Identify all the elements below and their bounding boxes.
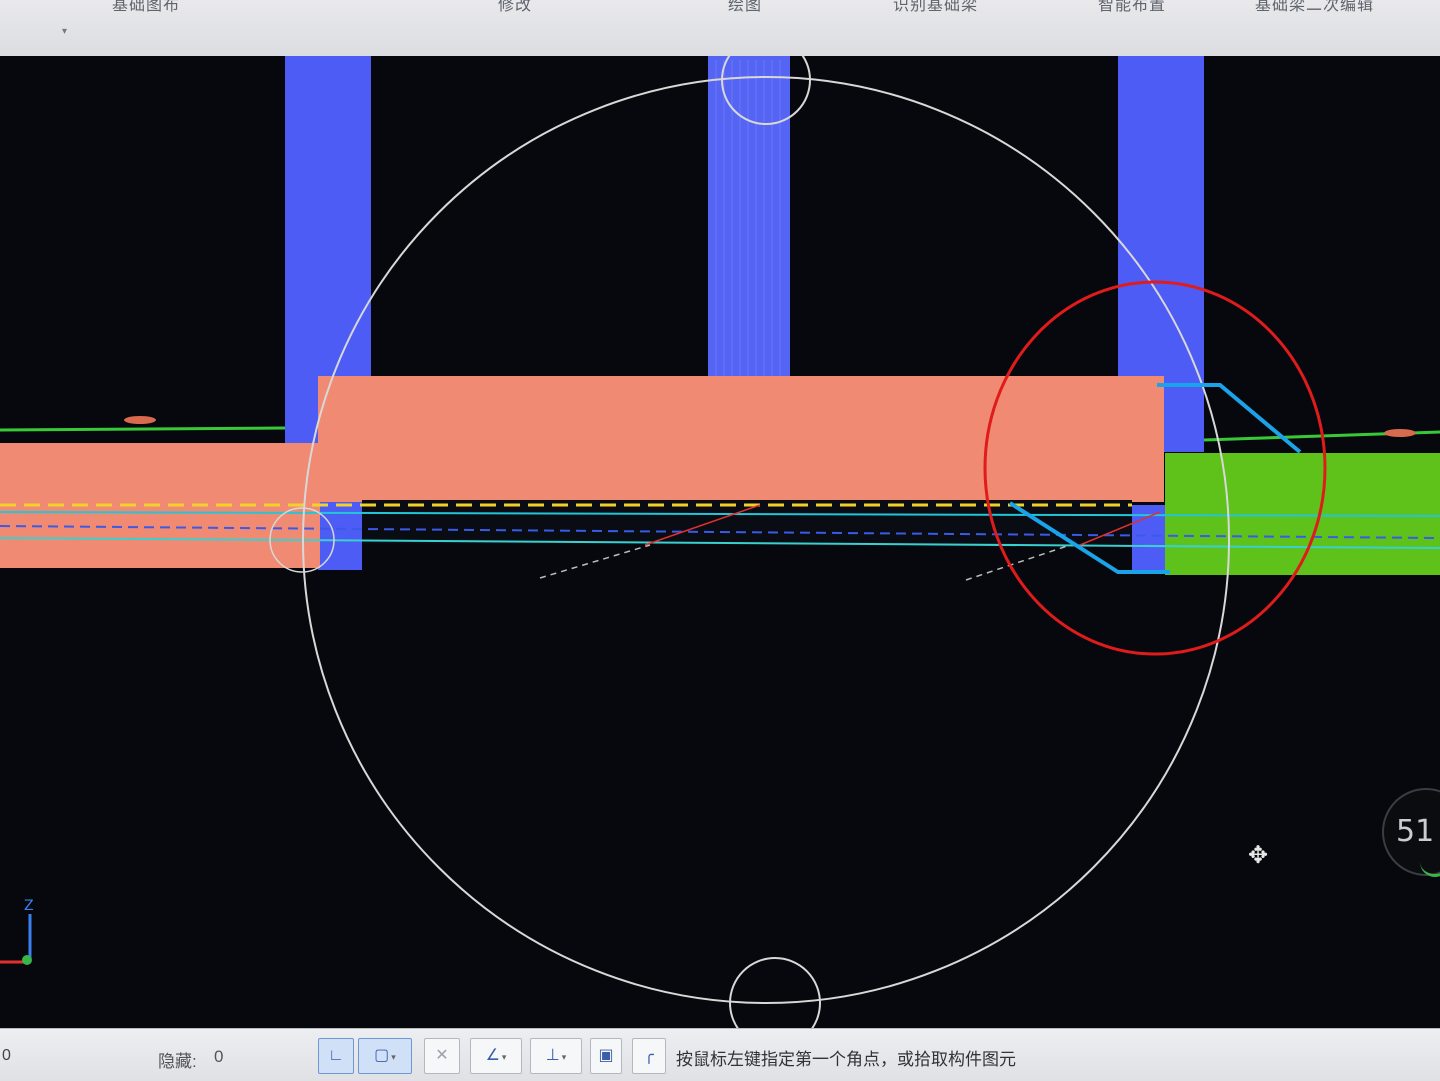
ortho-tool-button[interactable]: ∟ — [318, 1038, 354, 1074]
ribbon-item-modify[interactable]: 修改 — [498, 0, 532, 15]
cross-tool-button[interactable]: ✕ — [424, 1038, 460, 1074]
status-bar: 0 隐藏: 0 ∟ ▢ ▾ ✕ ∠ ▾ ⊥ ▾ ▣ ╭ 按鼠标左键指定第一个角点，或拾… — [0, 1028, 1440, 1081]
column-center — [708, 56, 790, 381]
chevron-down-icon[interactable]: ▾ — [562, 1052, 567, 1062]
ribbon-item-layout[interactable]: 基础图布 — [112, 0, 180, 15]
ortho-icon: ∟ — [328, 1047, 344, 1064]
angle-tool-button[interactable]: ∠ ▾ — [470, 1038, 522, 1074]
curve-tool-button[interactable]: ╭ — [632, 1038, 666, 1074]
axis-line-left — [0, 426, 286, 432]
drawing-viewport[interactable]: 51 ✥ Z — [0, 56, 1440, 1028]
ribbon-item-beam-edit[interactable]: 基础梁二次编辑 — [1255, 0, 1374, 15]
angle-icon: ∠ — [485, 1047, 500, 1064]
ribbon-caret-icon[interactable]: ▾ — [62, 26, 67, 37]
dimension-tool-button[interactable]: ⊥ ▾ — [530, 1038, 582, 1074]
axis-widget: Z — [0, 898, 34, 965]
axis-marker-right — [1384, 429, 1416, 437]
column-left-lower — [318, 500, 362, 570]
axis-label-z: Z — [24, 898, 34, 914]
curve-icon: ╭ — [644, 1047, 654, 1064]
axis-marker-left — [124, 416, 156, 424]
hidden-count-value: 0 — [214, 1047, 224, 1066]
green-beam — [1165, 453, 1440, 575]
chevron-down-icon[interactable]: ▾ — [391, 1052, 396, 1062]
status-coordinate: 0 — [2, 1047, 11, 1064]
ribbon-toolbar: 基础图布 修改 绘图 识别基础梁 智能布置 基础梁二次编辑 ▾ — [0, 0, 1440, 57]
cross-icon: ✕ — [435, 1047, 449, 1064]
ribbon-item-identify-beam[interactable]: 识别基础梁 — [893, 0, 978, 15]
rect-select-icon: ▢ — [374, 1047, 390, 1064]
dimension-icon: ⊥ — [545, 1047, 560, 1064]
ribbon-item-smart-place[interactable]: 智能布置 — [1098, 0, 1166, 15]
rect-select-tool-button[interactable]: ▢ ▾ — [358, 1038, 412, 1074]
layer-tool-button[interactable]: ▣ — [590, 1038, 622, 1074]
layer-icon: ▣ — [598, 1047, 614, 1064]
pan-rotate-icon[interactable]: ✥ — [1245, 843, 1271, 869]
selection-grip-bottom — [729, 957, 821, 1028]
hidden-count-label: 隐藏: — [158, 1052, 197, 1071]
cad-drawing[interactable] — [0, 56, 1440, 1028]
ribbon-item-draw[interactable]: 绘图 — [728, 0, 762, 15]
beam-main — [318, 376, 1164, 502]
white-dash-line-1 — [539, 544, 651, 579]
axis-origin — [22, 955, 32, 965]
chevron-down-icon[interactable]: ▾ — [502, 1052, 507, 1062]
command-prompt: 按鼠标左键指定第一个角点，或拾取构件图元 — [676, 1050, 1016, 1069]
white-dash-line-2 — [965, 544, 1071, 581]
